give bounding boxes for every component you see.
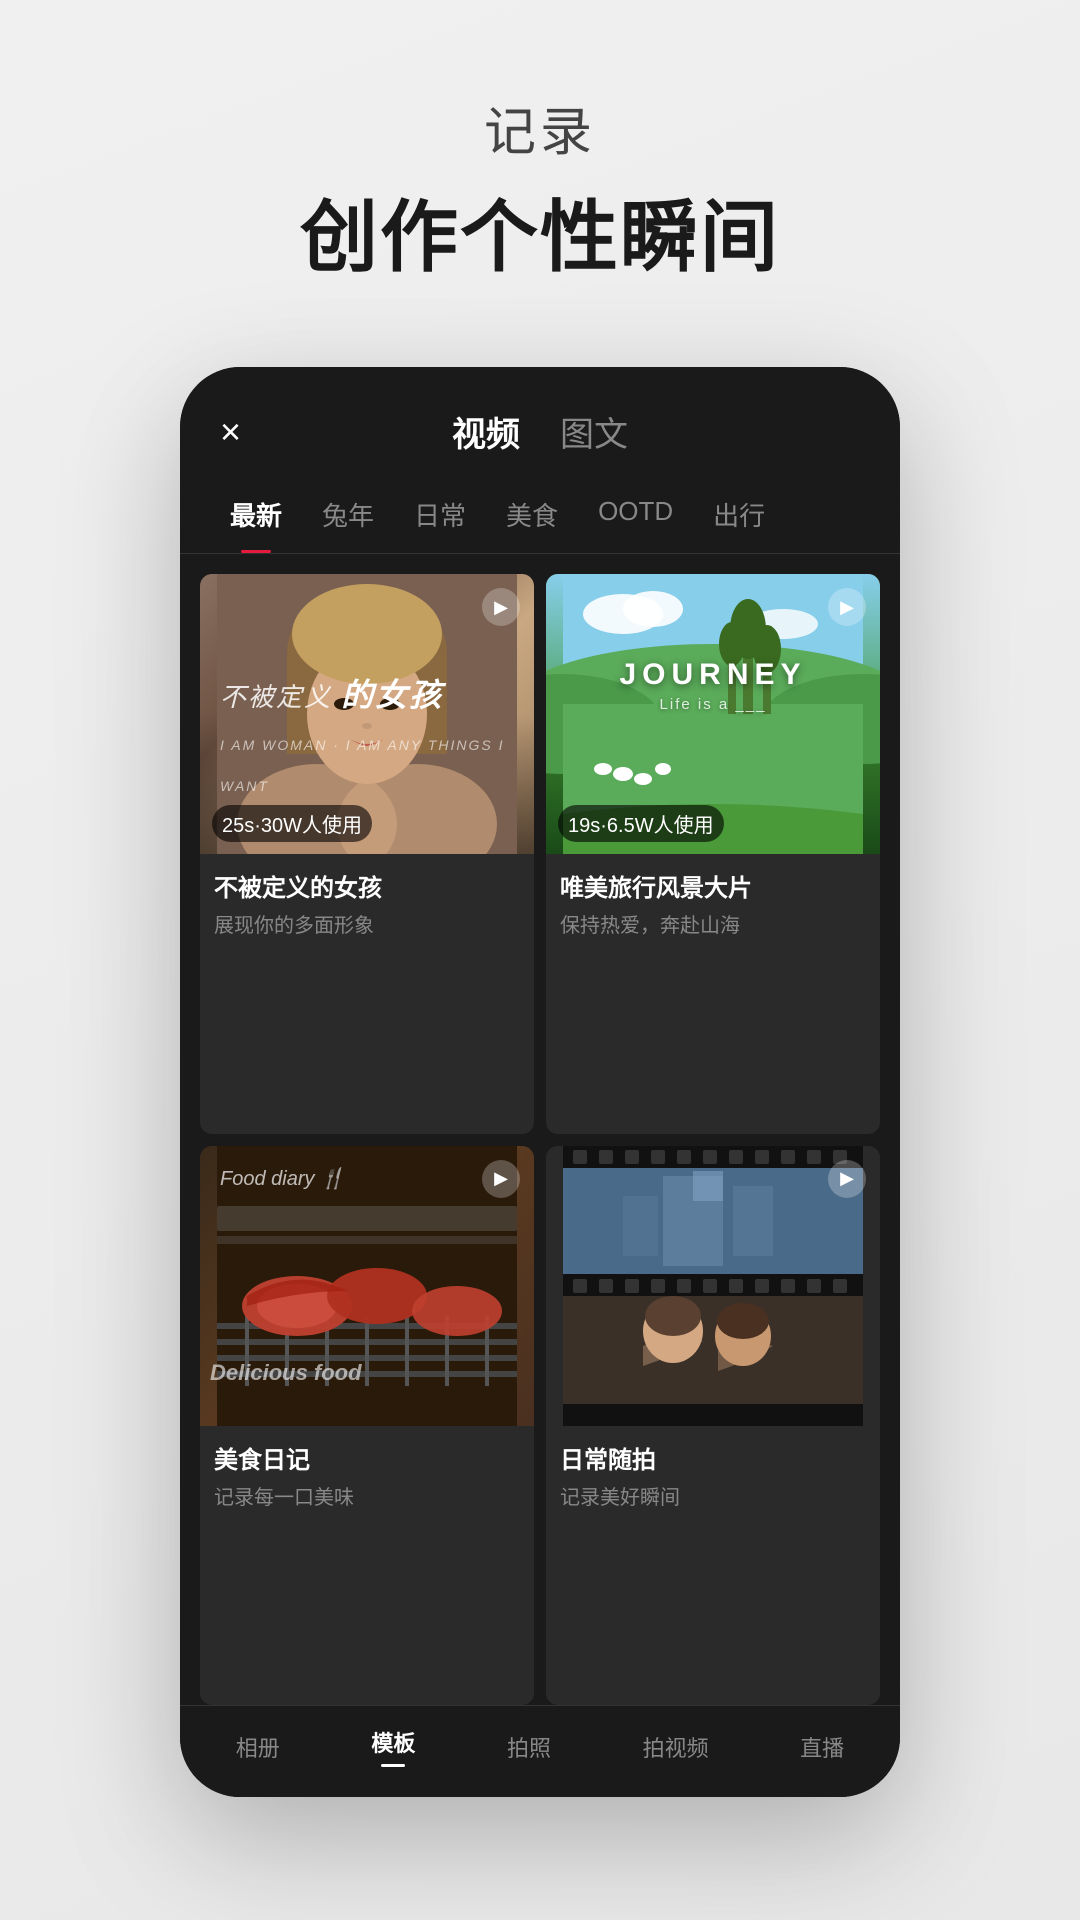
card-2-info: 唯美旅行风景大片 保持热爱，奔赴山海 xyxy=(546,854,880,954)
girl-overlay-text: 不被定义 的女孩 I AM WOMAN · I AM ANY THINGS I … xyxy=(220,670,534,804)
card-1-desc: 展现你的多面形象 xyxy=(214,909,520,938)
cat-tab-rabbit-year[interactable]: 兔年 xyxy=(302,486,394,553)
card-4-desc: 记录美好瞬间 xyxy=(560,1481,866,1510)
card-3[interactable]: Food diary 🍴 Delicious food ▶ 美食日记 记录每一口… xyxy=(200,1146,534,1706)
thumb-food: Food diary 🍴 Delicious food ▶ xyxy=(200,1146,534,1426)
card-4[interactable]: ▶ 日常随拍 记录美好瞬间 xyxy=(546,1146,880,1706)
top-title: 创作个性瞬间 xyxy=(300,175,780,287)
card-4-thumb: ▶ xyxy=(546,1146,880,1426)
cat-tab-travel[interactable]: 出行 xyxy=(693,486,785,553)
thumb-couple: ▶ xyxy=(546,1146,880,1426)
cat-tab-ootd[interactable]: OOTD xyxy=(578,486,693,553)
play-icon-2: ▶ xyxy=(828,588,866,626)
food-diary-text: Food diary 🍴 xyxy=(220,1166,345,1191)
play-icon-1: ▶ xyxy=(482,588,520,626)
card-2-thumb: JOURNEY Life is a ___ ▶ 19s·6.5W人使用 xyxy=(546,574,880,854)
nav-live[interactable]: 直播 xyxy=(800,1731,844,1763)
nav-photo-label: 拍照 xyxy=(507,1731,551,1763)
card-3-thumb: Food diary 🍴 Delicious food ▶ xyxy=(200,1146,534,1426)
screen-header: × 视频 图文 xyxy=(180,367,900,476)
duration-badge-1: 25s·30W人使用 xyxy=(212,805,372,842)
content-grid: 不被定义 的女孩 I AM WOMAN · I AM ANY THINGS I … xyxy=(180,554,900,1705)
cat-tab-daily[interactable]: 日常 xyxy=(394,486,486,553)
cat-tab-food[interactable]: 美食 xyxy=(486,486,578,553)
card-3-title: 美食日记 xyxy=(214,1440,520,1475)
nav-album-label: 相册 xyxy=(236,1731,280,1763)
tab-graphic[interactable]: 图文 xyxy=(560,407,628,456)
close-button[interactable]: × xyxy=(220,411,241,453)
nav-template[interactable]: 模板 xyxy=(371,1726,415,1767)
card-3-desc: 记录每一口美味 xyxy=(214,1481,520,1510)
card-1-info: 不被定义的女孩 展现你的多面形象 xyxy=(200,854,534,954)
card-1-title: 不被定义的女孩 xyxy=(214,868,520,903)
journey-overlay: JOURNEY Life is a ___ xyxy=(619,658,806,713)
card-4-info: 日常随拍 记录美好瞬间 xyxy=(546,1426,880,1526)
nav-template-label: 模板 xyxy=(371,1726,415,1758)
card-2[interactable]: JOURNEY Life is a ___ ▶ 19s·6.5W人使用 唯美旅行… xyxy=(546,574,880,1134)
nav-video[interactable]: 拍视频 xyxy=(643,1731,709,1763)
bottom-nav: 相册 模板 拍照 拍视频 直播 xyxy=(180,1705,900,1797)
card-1[interactable]: 不被定义 的女孩 I AM WOMAN · I AM ANY THINGS I … xyxy=(200,574,534,1134)
nav-active-indicator xyxy=(381,1764,405,1767)
nav-video-label: 拍视频 xyxy=(643,1731,709,1763)
nav-album[interactable]: 相册 xyxy=(236,1731,280,1763)
card-3-info: 美食日记 记录每一口美味 xyxy=(200,1426,534,1526)
delicious-text: Delicious food xyxy=(210,1360,362,1386)
top-subtitle: 记录 xyxy=(300,90,780,165)
phone-mockup: × 视频 图文 最新 兔年 日常 美食 OOTD 出行 xyxy=(180,367,900,1797)
phone-screen: × 视频 图文 最新 兔年 日常 美食 OOTD 出行 xyxy=(180,367,900,1797)
top-text-block: 记录 创作个性瞬间 xyxy=(300,90,780,287)
cat-tab-latest[interactable]: 最新 xyxy=(210,486,302,553)
header-tabs: 视频 图文 xyxy=(452,407,628,456)
duration-badge-2: 19s·6.5W人使用 xyxy=(558,805,724,842)
nav-live-label: 直播 xyxy=(800,1731,844,1763)
card-2-title: 唯美旅行风景大片 xyxy=(560,868,866,903)
play-icon-3: ▶ xyxy=(482,1160,520,1198)
card-4-title: 日常随拍 xyxy=(560,1440,866,1475)
card-2-desc: 保持热爱，奔赴山海 xyxy=(560,909,866,938)
tab-video[interactable]: 视频 xyxy=(452,407,520,456)
play-icon-4: ▶ xyxy=(828,1160,866,1198)
card-1-thumb: 不被定义 的女孩 I AM WOMAN · I AM ANY THINGS I … xyxy=(200,574,534,854)
category-tabs: 最新 兔年 日常 美食 OOTD 出行 xyxy=(180,476,900,554)
nav-photo[interactable]: 拍照 xyxy=(507,1731,551,1763)
